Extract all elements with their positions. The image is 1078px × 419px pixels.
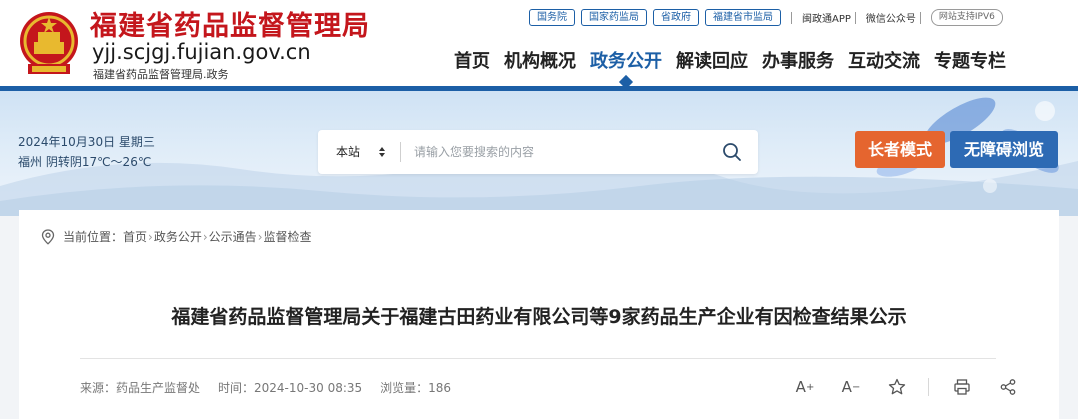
nav-interaction[interactable]: 互动交流 [848,46,920,78]
breadcrumb-separator-icon: › [257,229,263,244]
nav-topics[interactable]: 专题专栏 [934,46,1006,78]
top-divider [919,11,921,24]
breadcrumb-separator-icon: › [202,229,208,244]
title-divider [80,358,996,359]
ipv6-badge: 网站支持IPV6 [930,9,1003,26]
breadcrumb-label: 当前位置： [63,230,124,244]
toplink-province-gov[interactable]: 省政府 [653,9,699,26]
breadcrumb: 当前位置： 首页 › 政务公开 › 公示通告 › 监督检查 [63,228,312,245]
nav-about[interactable]: 机构概况 [504,46,576,78]
search-scope-select[interactable]: 本站 [336,130,360,174]
site-name: 福建省药品监督管理局 [90,11,370,42]
site-header: 福建省药品监督管理局 yjj.scjgj.fujian.gov.cn 福建省药品… [0,0,1078,86]
article-card: 当前位置： 首页 › 政务公开 › 公示通告 › 监督检查 福建省药品监督管理局… [19,210,1059,419]
top-links: 国务院 国家药监局 省政府 福建省市监局 闽政通APP 微信公众号 网站支持IP… [529,9,1003,26]
search-box: 本站 [318,130,758,174]
weather-info: 福州 阴转阴17℃～26℃ [18,155,152,169]
search-divider [400,142,401,162]
toplink-nmpa[interactable]: 国家药监局 [581,9,647,26]
nav-services[interactable]: 办事服务 [762,46,834,78]
accessible-browse-button[interactable]: 无障碍浏览 [950,131,1058,168]
national-emblem-icon [20,12,78,74]
article-views: 浏览量：186 [380,381,452,395]
wechat-link[interactable]: 微信公众号 [866,10,916,25]
article-meta: 来源：药品生产监督处 时间：2024-10-30 08:35 浏览量：186 [80,379,469,396]
share-icon[interactable] [997,376,1019,398]
search-icon[interactable] [722,142,742,162]
current-date: 2024年10月30日 星期三 [18,135,155,149]
breadcrumb-home[interactable]: 首页 [123,228,147,245]
top-divider [854,11,856,24]
favorite-star-icon[interactable] [886,376,908,398]
toplink-market-bureau[interactable]: 福建省市监局 [705,9,781,26]
toplink-state-council[interactable]: 国务院 [529,9,575,26]
location-pin-icon [41,229,55,245]
article-source: 来源：药品生产监督处 [80,381,201,395]
banner: 2024年10月30日 星期三 福州 阴转阴17℃～26℃ 本站 长者模式 无障… [0,91,1078,216]
nav-home[interactable]: 首页 [454,46,490,78]
article-tools: A + A − [794,376,1043,398]
breadcrumb-separator-icon: › [148,229,153,244]
breadcrumb-inspection[interactable]: 监督检查 [264,228,312,245]
site-domain: yjj.scjgj.fujian.gov.cn [92,40,311,64]
tool-divider [928,378,929,396]
select-updown-icon [379,147,385,157]
font-decrease-icon[interactable]: A − [840,376,862,398]
article-title: 福建省药品监督管理局关于福建古田药业有限公司等9家药品生产企业有因检查结果公示 [171,306,907,328]
search-input[interactable] [414,130,714,174]
elder-mode-button[interactable]: 长者模式 [855,131,945,168]
print-icon[interactable] [951,376,973,398]
breadcrumb-gov-affairs[interactable]: 政务公开 [154,228,202,245]
nav-interpretation[interactable]: 解读回应 [676,46,748,78]
top-divider [791,11,792,24]
app-link[interactable]: 闽政通APP [802,10,851,25]
site-domain-sub: 福建省药品监督管理局.政务 [93,68,229,81]
article-time: 时间：2024-10-30 08:35 [218,381,363,395]
nav-gov-affairs[interactable]: 政务公开 [590,46,662,78]
main-nav: 首页 机构概况 政务公开 解读回应 办事服务 互动交流 专题专栏 [447,46,1013,78]
font-increase-icon[interactable]: A + [794,376,816,398]
breadcrumb-notices[interactable]: 公示通告 [209,228,257,245]
